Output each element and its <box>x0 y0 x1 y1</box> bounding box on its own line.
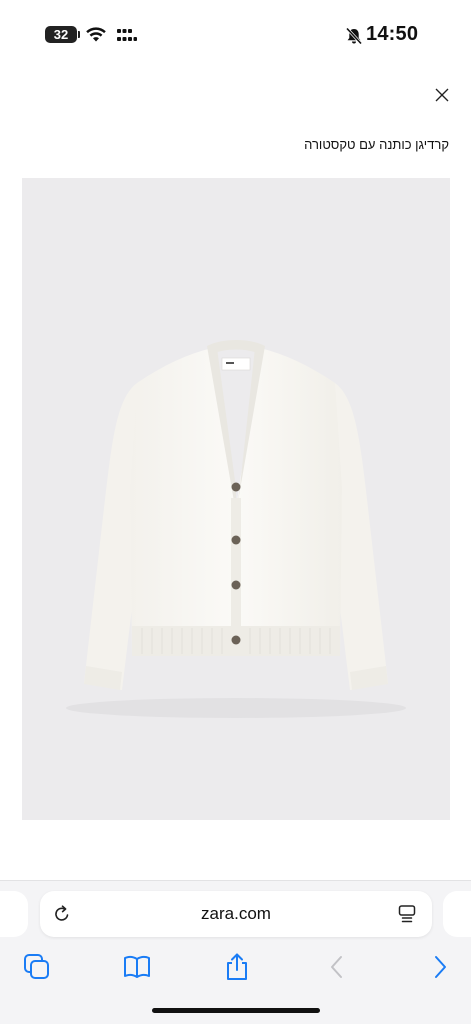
url-text: zara.com <box>201 904 271 923</box>
browser-toolbar: zara.com <box>0 880 471 1024</box>
next-tab-preview[interactable] <box>443 891 471 937</box>
forward-chevron-icon[interactable] <box>425 952 455 982</box>
bell-off-icon <box>345 27 363 45</box>
status-bar: 32 14:50 <box>0 0 471 62</box>
back-chevron-icon[interactable] <box>322 952 352 982</box>
battery-level: 32 <box>53 27 69 42</box>
clock: 14:50 <box>366 23 419 45</box>
previous-tab-preview[interactable] <box>0 891 28 937</box>
product-image[interactable] <box>22 178 450 820</box>
battery-indicator: 32 <box>45 26 80 43</box>
cardigan-image <box>66 340 406 718</box>
cellular-signal-icon <box>117 29 137 41</box>
address-bar[interactable]: zara.com <box>40 891 432 937</box>
home-indicator[interactable] <box>152 1008 320 1013</box>
reader-mode-icon[interactable] <box>398 904 416 924</box>
wifi-icon <box>86 27 106 42</box>
share-icon[interactable] <box>222 952 252 982</box>
tabs-icon[interactable] <box>22 952 52 982</box>
close-icon[interactable] <box>432 85 452 105</box>
product-title: קרדיגן כותנה עם טקסטורה <box>304 137 449 152</box>
bookmarks-icon[interactable] <box>122 952 152 982</box>
reload-icon[interactable] <box>52 904 72 924</box>
